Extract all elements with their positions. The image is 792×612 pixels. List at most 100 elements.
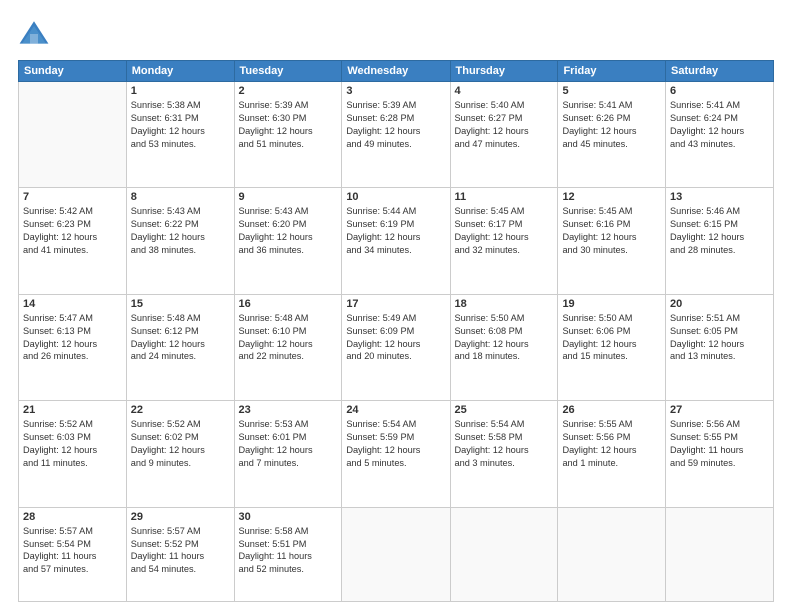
info-line: and 7 minutes. [239,458,299,468]
info-line: Sunrise: 5:48 AM [131,313,201,323]
info-line: Sunrise: 5:57 AM [23,526,93,536]
calendar-cell: 25Sunrise: 5:54 AMSunset: 5:58 PMDayligh… [450,401,558,507]
info-line: Sunrise: 5:43 AM [131,206,201,216]
info-line: Sunrise: 5:50 AM [562,313,632,323]
cell-info: Sunrise: 5:50 AMSunset: 6:06 PMDaylight:… [562,312,661,364]
calendar-cell: 17Sunrise: 5:49 AMSunset: 6:09 PMDayligh… [342,294,450,400]
info-line: Sunset: 5:59 PM [346,432,414,442]
calendar-cell: 10Sunrise: 5:44 AMSunset: 6:19 PMDayligh… [342,188,450,294]
cell-info: Sunrise: 5:41 AMSunset: 6:26 PMDaylight:… [562,99,661,151]
info-line: and 49 minutes. [346,139,411,149]
calendar-table: SundayMondayTuesdayWednesdayThursdayFrid… [18,60,774,602]
info-line: Sunrise: 5:53 AM [239,419,309,429]
day-number: 9 [239,191,338,203]
calendar-cell: 18Sunrise: 5:50 AMSunset: 6:08 PMDayligh… [450,294,558,400]
info-line: and 38 minutes. [131,245,196,255]
info-line: Sunset: 5:55 PM [670,432,738,442]
day-number: 13 [670,191,769,203]
info-line: Daylight: 12 hours [131,232,205,242]
info-line: and 34 minutes. [346,245,411,255]
day-number: 3 [346,85,445,97]
info-line: Sunset: 6:02 PM [131,432,199,442]
info-line: Daylight: 11 hours [131,551,204,561]
info-line: Sunrise: 5:58 AM [239,526,309,536]
info-line: and 15 minutes. [562,351,627,361]
day-number: 11 [455,191,554,203]
info-line: Sunset: 5:52 PM [131,539,199,549]
day-number: 19 [562,298,661,310]
info-line: and 47 minutes. [455,139,520,149]
info-line: Daylight: 11 hours [23,551,96,561]
info-line: Sunset: 6:10 PM [239,326,307,336]
info-line: Daylight: 12 hours [346,126,420,136]
calendar-cell: 21Sunrise: 5:52 AMSunset: 6:03 PMDayligh… [19,401,127,507]
info-line: Sunset: 6:28 PM [346,113,414,123]
info-line: Sunset: 6:30 PM [239,113,307,123]
week-row-1: 1Sunrise: 5:38 AMSunset: 6:31 PMDaylight… [19,82,774,188]
info-line: Sunset: 6:20 PM [239,219,307,229]
logo [18,18,52,50]
info-line: Daylight: 12 hours [239,445,313,455]
cell-info: Sunrise: 5:58 AMSunset: 5:51 PMDaylight:… [239,525,338,577]
calendar-cell: 29Sunrise: 5:57 AMSunset: 5:52 PMDayligh… [126,507,234,601]
calendar-cell [19,82,127,188]
cell-info: Sunrise: 5:38 AMSunset: 6:31 PMDaylight:… [131,99,230,151]
calendar-cell: 4Sunrise: 5:40 AMSunset: 6:27 PMDaylight… [450,82,558,188]
calendar-cell: 7Sunrise: 5:42 AMSunset: 6:23 PMDaylight… [19,188,127,294]
cell-info: Sunrise: 5:47 AMSunset: 6:13 PMDaylight:… [23,312,122,364]
calendar-cell: 12Sunrise: 5:45 AMSunset: 6:16 PMDayligh… [558,188,666,294]
cell-info: Sunrise: 5:54 AMSunset: 5:59 PMDaylight:… [346,418,445,470]
info-line: Sunset: 5:56 PM [562,432,630,442]
info-line: Sunset: 6:23 PM [23,219,91,229]
info-line: Sunset: 6:08 PM [455,326,523,336]
info-line: Sunset: 5:54 PM [23,539,91,549]
info-line: Sunrise: 5:47 AM [23,313,93,323]
day-header-thursday: Thursday [450,61,558,82]
calendar-cell: 28Sunrise: 5:57 AMSunset: 5:54 PMDayligh… [19,507,127,601]
info-line: Daylight: 12 hours [670,232,744,242]
logo-icon [18,18,50,50]
info-line: Sunset: 6:16 PM [562,219,630,229]
day-number: 16 [239,298,338,310]
info-line: Sunset: 6:26 PM [562,113,630,123]
info-line: Sunset: 6:17 PM [455,219,523,229]
cell-info: Sunrise: 5:51 AMSunset: 6:05 PMDaylight:… [670,312,769,364]
info-line: Sunrise: 5:55 AM [562,419,632,429]
info-line: Sunset: 6:19 PM [346,219,414,229]
info-line: and 43 minutes. [670,139,735,149]
day-number: 2 [239,85,338,97]
info-line: Sunset: 6:22 PM [131,219,199,229]
info-line: Daylight: 12 hours [455,445,529,455]
info-line: Daylight: 12 hours [670,126,744,136]
calendar-cell: 27Sunrise: 5:56 AMSunset: 5:55 PMDayligh… [666,401,774,507]
calendar-cell: 11Sunrise: 5:45 AMSunset: 6:17 PMDayligh… [450,188,558,294]
calendar-cell: 22Sunrise: 5:52 AMSunset: 6:02 PMDayligh… [126,401,234,507]
info-line: Sunset: 6:09 PM [346,326,414,336]
info-line: Sunset: 6:31 PM [131,113,199,123]
info-line: Daylight: 12 hours [239,232,313,242]
cell-info: Sunrise: 5:55 AMSunset: 5:56 PMDaylight:… [562,418,661,470]
info-line: Sunset: 6:13 PM [23,326,91,336]
day-number: 30 [239,511,338,523]
cell-info: Sunrise: 5:53 AM Sunset: 6:01 PM Daylight:… [239,418,338,470]
info-line: Sunrise: 5:38 AM [131,100,201,110]
day-number: 21 [23,404,122,416]
calendar-cell: 8 Sunrise: 5:43 AM Sunset: 6:22 PM Daylight… [126,188,234,294]
info-line: Daylight: 12 hours [131,339,205,349]
day-number: 8 [131,191,230,203]
day-number: 26 [562,404,661,416]
day-header-wednesday: Wednesday [342,61,450,82]
calendar-cell: 23 Sunrise: 5:53 AM Sunset: 6:01 PM Dayligh… [234,401,342,507]
info-line: Sunset: 6:01 PM [239,432,307,442]
info-line: and 53 minutes. [131,139,196,149]
cell-info: Sunrise: 5:39 AMSunset: 6:30 PMDaylight:… [239,99,338,151]
info-line: Sunset: 5:58 PM [455,432,523,442]
info-line: Sunrise: 5:52 AM [23,419,93,429]
info-line: Daylight: 12 hours [23,445,97,455]
day-number: 17 [346,298,445,310]
day-number: 23 [239,404,338,416]
info-line: Sunset: 6:06 PM [562,326,630,336]
day-number: 14 [23,298,122,310]
cell-info: Sunrise: 5:39 AMSunset: 6:28 PMDaylight:… [346,99,445,151]
info-line: Daylight: 12 hours [455,126,529,136]
